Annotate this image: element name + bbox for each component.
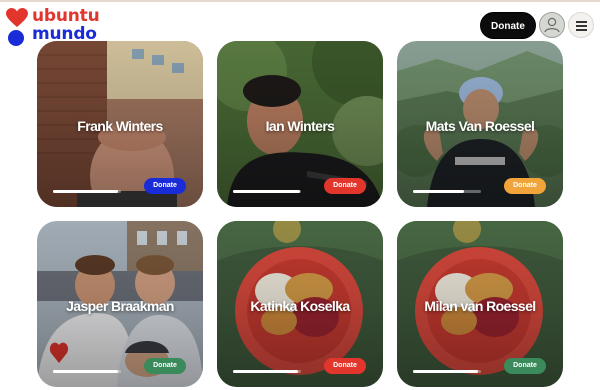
donate-button[interactable]: Donate — [504, 178, 546, 194]
account-button[interactable] — [539, 12, 565, 38]
donate-button[interactable]: Donate — [324, 178, 366, 194]
heart-icon — [6, 8, 28, 27]
progress-bar — [53, 190, 121, 193]
user-icon — [544, 17, 560, 33]
fundraiser-card[interactable]: Milan van Roessel Donate — [397, 221, 563, 387]
progress-bar — [233, 190, 301, 193]
progress-bar — [413, 190, 481, 193]
ubuntu-mundo-logo[interactable]: ubuntu mundo — [6, 6, 116, 46]
menu-button[interactable] — [568, 12, 594, 38]
card-name: Mats Van Roessel — [425, 118, 535, 134]
card-name: Katinka Koselka — [250, 298, 350, 314]
donate-button[interactable]: Donate — [144, 358, 186, 374]
card-name: Frank Winters — [77, 118, 163, 134]
donate-button[interactable]: Donate — [324, 358, 366, 374]
header-donate-button[interactable]: Donate — [480, 12, 536, 39]
progress-bar — [233, 370, 301, 373]
fundraiser-card[interactable]: Katinka Koselka Donate — [217, 221, 383, 387]
progress-bar — [53, 370, 121, 373]
card-name: Ian Winters — [265, 118, 335, 134]
logo-dot — [8, 30, 24, 46]
fundraiser-card[interactable]: Jasper Braakman Donate — [37, 221, 203, 387]
donate-button[interactable]: Donate — [144, 178, 186, 194]
progress-bar — [413, 370, 481, 373]
fundraiser-card[interactable]: Ian Winters Donate — [217, 41, 383, 207]
card-name: Jasper Braakman — [66, 298, 174, 314]
fundraiser-card[interactable]: Frank Winters Donate — [37, 41, 203, 207]
card-name: Milan van Roessel — [424, 298, 536, 314]
top-border — [0, 0, 600, 2]
logo-text-ubuntu: ubuntu — [32, 6, 100, 26]
donate-button[interactable]: Donate — [504, 358, 546, 374]
fundraiser-card[interactable]: Mats Van Roessel Donate — [397, 41, 563, 207]
